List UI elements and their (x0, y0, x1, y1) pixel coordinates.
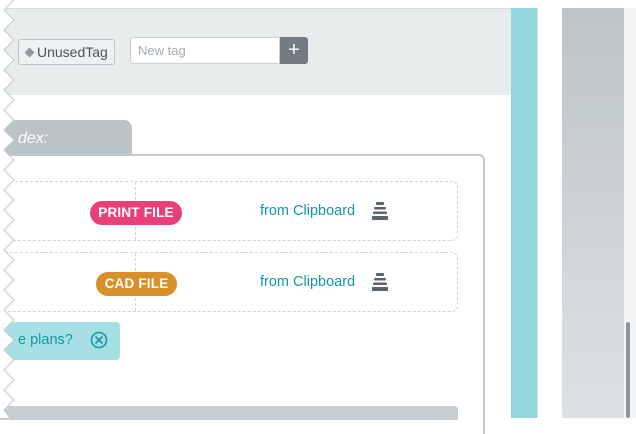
clipboard-stack-icon[interactable] (371, 201, 389, 221)
tag-bar: UnusedTag + (0, 8, 511, 95)
right-panel (562, 8, 624, 418)
question-text: e plans? (18, 332, 73, 348)
torn-edge (0, 0, 15, 418)
new-tag-input[interactable] (130, 37, 280, 64)
file-row-print[interactable]: PRINT FILE from Clipboard (0, 181, 458, 241)
clipboard-stack-icon[interactable] (371, 272, 389, 292)
panel-gap (537, 8, 563, 418)
add-tag-button[interactable]: + (280, 37, 308, 64)
tag-chip-label: UnusedTag (37, 44, 108, 60)
teal-strip (511, 8, 537, 418)
main-panel: UnusedTag + dex: PRINT FILE from Clipboa… (0, 0, 511, 434)
tag-dot-icon (24, 47, 35, 57)
source-label: from Clipboard (260, 274, 356, 290)
close-circle-icon[interactable] (90, 331, 108, 349)
scrollbar-thumb[interactable] (626, 322, 630, 418)
source-label: from Clipboard (260, 203, 356, 219)
tag-chip-unusedtag[interactable]: UnusedTag (18, 39, 115, 65)
file-row-cad[interactable]: CAD FILE from Clipboard (0, 252, 458, 312)
print-file-badge: PRINT FILE (90, 201, 182, 225)
cad-file-badge: CAD FILE (96, 272, 177, 296)
